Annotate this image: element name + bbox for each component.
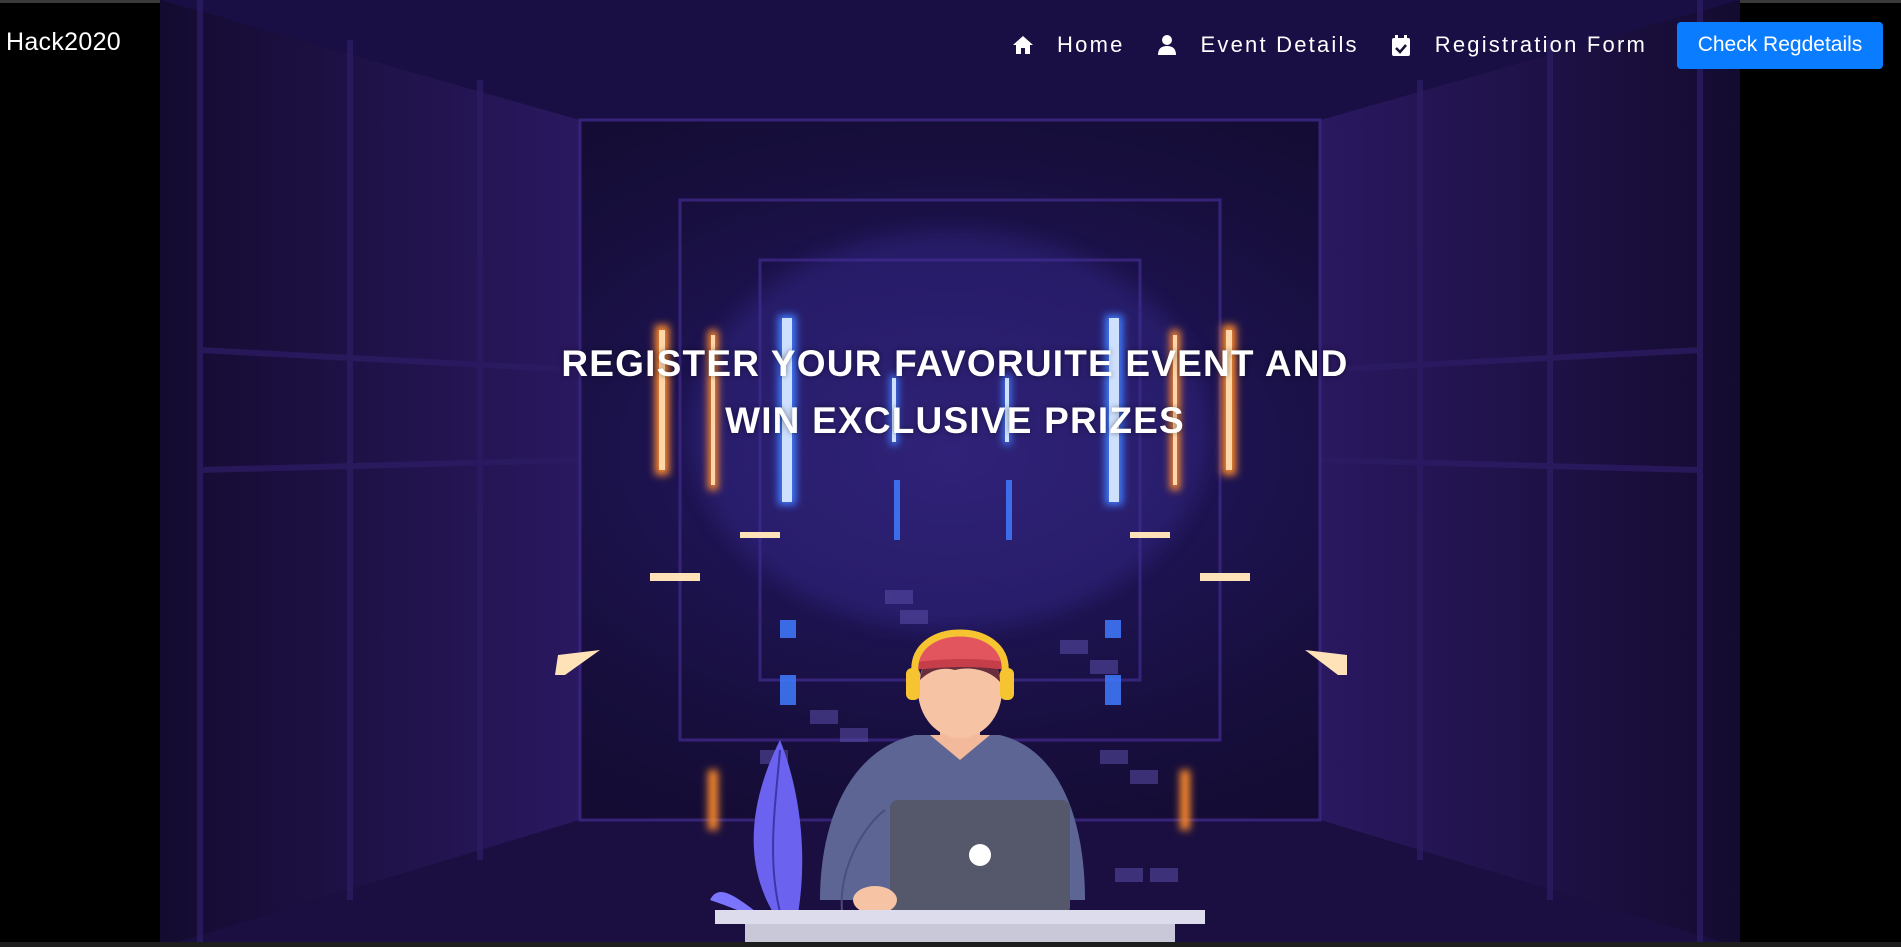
developer-illustration <box>700 600 1220 947</box>
check-regdetails-button[interactable]: Check Regdetails <box>1677 21 1883 69</box>
page: Hack2020 Home Event Details Registration… <box>0 0 1901 947</box>
hero-headline-line2: WIN EXCLUSIVE PRIZES <box>725 400 1185 441</box>
nav-item-event-details[interactable]: Event Details <box>1155 25 1359 65</box>
home-icon <box>1011 33 1035 57</box>
brand-logo[interactable]: Hack2020 <box>6 28 121 57</box>
main-navigation: Home Event Details Registration Form Che… <box>1011 0 1901 90</box>
nav-item-registration-form[interactable]: Registration Form <box>1389 25 1647 65</box>
nav-item-home[interactable]: Home <box>1011 25 1125 65</box>
user-icon <box>1155 33 1179 57</box>
calendar-check-icon <box>1389 33 1413 57</box>
window-bottom-border <box>0 942 1901 947</box>
hero-headline-line1: REGISTER YOUR FAVORUITE EVENT AND <box>561 343 1349 384</box>
hero-headline: REGISTER YOUR FAVORUITE EVENT AND WIN EX… <box>560 335 1350 449</box>
nav-item-label: Registration Form <box>1434 32 1647 57</box>
nav-item-label: Home <box>1057 32 1125 57</box>
nav-item-label: Event Details <box>1200 32 1359 57</box>
